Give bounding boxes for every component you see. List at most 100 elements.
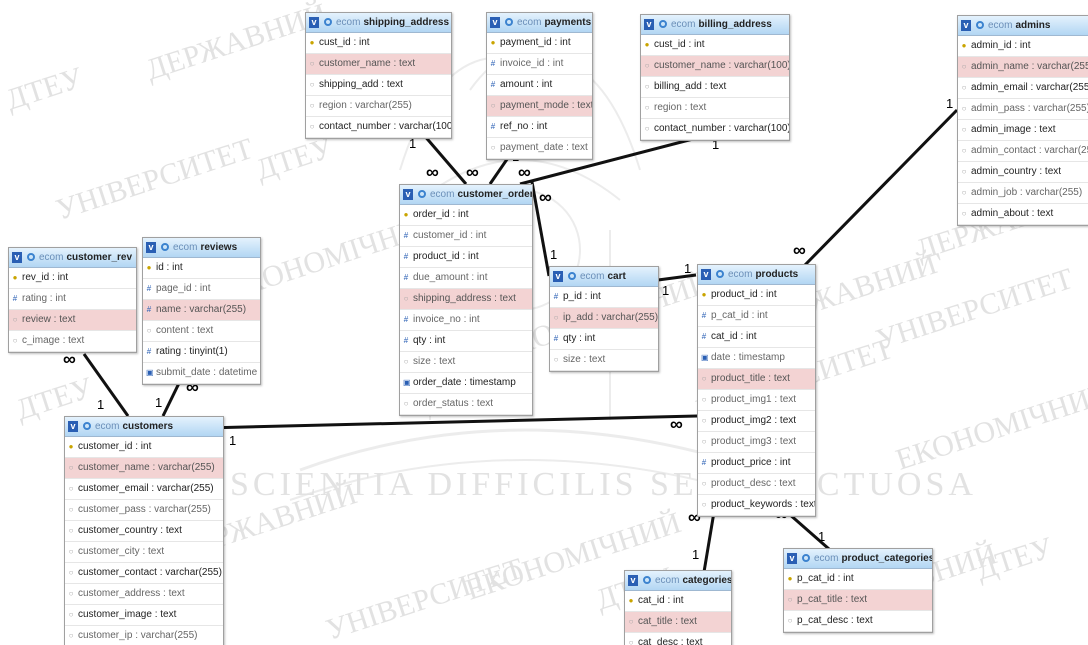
table-options-icon[interactable] — [659, 20, 667, 28]
column-row[interactable]: # rating : tinyint(1) — [143, 342, 260, 363]
column-row[interactable]: # p_cat_id : int — [698, 306, 815, 327]
table-header[interactable]: v ecom products — [698, 265, 815, 285]
column-row[interactable]: ▣ date : timestamp — [698, 348, 815, 369]
table-options-icon[interactable] — [161, 243, 169, 251]
column-row[interactable]: ○ ip_add : varchar(255) — [550, 308, 658, 329]
table-card-billing-address[interactable]: v ecom billing_address ● cust_id : int ○ custo… — [640, 14, 790, 141]
column-row[interactable]: ○ customer_ip : varchar(255) — [65, 626, 223, 645]
column-row[interactable]: ○ customer_city : text — [65, 542, 223, 563]
table-options-icon[interactable] — [324, 18, 332, 26]
column-row[interactable]: ○ size : text — [400, 352, 532, 373]
table-options-icon[interactable] — [505, 18, 513, 26]
column-row[interactable]: ○ c_image : text — [9, 331, 136, 352]
table-header[interactable]: v ecom categories — [625, 571, 731, 591]
table-header[interactable]: v ecom customer_rev — [9, 248, 136, 268]
column-row[interactable]: ● admin_id : int — [958, 36, 1088, 57]
column-row[interactable]: ● order_id : int — [400, 205, 532, 226]
column-row[interactable]: ● cat_id : int — [625, 591, 731, 612]
column-row[interactable]: # p_id : int — [550, 287, 658, 308]
column-row[interactable]: ● payment_id : int — [487, 33, 592, 54]
toggle-columns-icon[interactable]: v — [68, 421, 78, 432]
column-row[interactable]: # invoice_id : int — [487, 54, 592, 75]
table-header[interactable]: v ecom billing_address — [641, 15, 789, 35]
table-card-shipping-address[interactable]: v ecom shipping_address ● cust_id : int ○ cust… — [305, 12, 452, 139]
column-row[interactable]: # product_price : int — [698, 453, 815, 474]
column-row[interactable]: ○ size : text — [550, 350, 658, 371]
column-row[interactable]: ○ p_cat_desc : text — [784, 611, 932, 632]
table-header[interactable]: v ecom reviews — [143, 238, 260, 258]
table-options-icon[interactable] — [418, 190, 426, 198]
toggle-columns-icon[interactable]: v — [553, 271, 563, 282]
designer-canvas[interactable]: ДТЕУ ДЕРЖАВНИЙ УНІВЕРСИТЕТ ЕКОНОМІЧНИЙ ДТЕУ Д… — [0, 0, 1088, 645]
table-header[interactable]: v ecom admins — [958, 16, 1088, 36]
column-row[interactable]: ○ shipping_add : text — [306, 75, 451, 96]
column-row[interactable]: ○ region : varchar(255) — [306, 96, 451, 117]
column-row[interactable]: ○ admin_email : varchar(255) — [958, 78, 1088, 99]
column-row[interactable]: ○ customer_name : varchar(255) — [65, 458, 223, 479]
column-row[interactable]: ○ admin_name : varchar(255) — [958, 57, 1088, 78]
column-row[interactable]: ○ admin_job : varchar(255) — [958, 183, 1088, 204]
column-row[interactable]: ● product_id : int — [698, 285, 815, 306]
column-row[interactable]: # product_id : int — [400, 247, 532, 268]
column-row[interactable]: ○ cat_title : text — [625, 612, 731, 633]
column-row[interactable]: # cat_id : int — [698, 327, 815, 348]
toggle-columns-icon[interactable]: v — [701, 269, 711, 280]
column-row[interactable]: ○ admin_pass : varchar(255) — [958, 99, 1088, 120]
column-row[interactable]: ○ region : text — [641, 98, 789, 119]
table-card-reviews[interactable]: v ecom reviews ● id : int # page_id : int # name… — [142, 237, 261, 385]
table-options-icon[interactable] — [83, 422, 91, 430]
table-header[interactable]: v ecom customers — [65, 417, 223, 437]
table-options-icon[interactable] — [568, 272, 576, 280]
column-row[interactable]: ○ p_cat_title : text — [784, 590, 932, 611]
table-options-icon[interactable] — [643, 576, 651, 584]
column-row[interactable]: ○ customer_email : varchar(255) — [65, 479, 223, 500]
column-row[interactable]: ○ shipping_address : text — [400, 289, 532, 310]
table-card-cart[interactable]: v ecom cart # p_id : int ○ ip_add : varchar(25… — [549, 266, 659, 372]
column-row[interactable]: ○ customer_country : text — [65, 521, 223, 542]
column-row[interactable]: # qty : int — [550, 329, 658, 350]
table-card-products[interactable]: v ecom products ● product_id : int # p_cat_id … — [697, 264, 816, 517]
column-row[interactable]: ○ product_img3 : text — [698, 432, 815, 453]
column-row[interactable]: ○ product_img2 : text — [698, 411, 815, 432]
column-row[interactable]: # customer_id : int — [400, 226, 532, 247]
column-row[interactable]: ● cust_id : int — [306, 33, 451, 54]
column-row[interactable]: ○ admin_country : text — [958, 162, 1088, 183]
toggle-columns-icon[interactable]: v — [628, 575, 638, 586]
column-row[interactable]: ● rev_id : int — [9, 268, 136, 289]
column-row[interactable]: # due_amount : int — [400, 268, 532, 289]
column-row[interactable]: ○ admin_image : text — [958, 120, 1088, 141]
table-header[interactable]: v ecom payments — [487, 13, 592, 33]
column-row[interactable]: ○ customer_contact : varchar(255) — [65, 563, 223, 584]
toggle-columns-icon[interactable]: v — [12, 252, 22, 263]
column-row[interactable]: ○ customer_name : varchar(100) — [641, 56, 789, 77]
column-row[interactable]: ○ product_img1 : text — [698, 390, 815, 411]
table-card-customer-rev[interactable]: v ecom customer_rev ● rev_id : int # rating : … — [8, 247, 137, 353]
table-card-admins[interactable]: v ecom admins ● admin_id : int ○ admin_name : … — [957, 15, 1088, 226]
column-row[interactable]: ○ product_desc : text — [698, 474, 815, 495]
column-row[interactable]: ○ product_keywords : text — [698, 495, 815, 516]
column-row[interactable]: ○ customer_pass : varchar(255) — [65, 500, 223, 521]
table-options-icon[interactable] — [976, 21, 984, 29]
column-row[interactable]: ▣ order_date : timestamp — [400, 373, 532, 394]
column-row[interactable]: ○ content : text — [143, 321, 260, 342]
table-card-product-categories[interactable]: v ecom product_categories ● p_cat_id : int ○ p… — [783, 548, 933, 633]
table-header[interactable]: v ecom customer_order — [400, 185, 532, 205]
column-row[interactable]: # invoice_no : int — [400, 310, 532, 331]
column-row[interactable]: ● id : int — [143, 258, 260, 279]
toggle-columns-icon[interactable]: v — [490, 17, 500, 28]
column-row[interactable]: ○ contact_number : varchar(100) — [306, 117, 451, 138]
toggle-columns-icon[interactable]: v — [403, 189, 413, 200]
column-row[interactable]: ○ payment_date : text — [487, 138, 592, 159]
column-row[interactable]: ○ order_status : text — [400, 394, 532, 415]
table-card-payments[interactable]: v ecom payments ● payment_id : int # invoice_i… — [486, 12, 593, 160]
column-row[interactable]: # page_id : int — [143, 279, 260, 300]
column-row[interactable]: ○ admin_about : text — [958, 204, 1088, 225]
table-header[interactable]: v ecom cart — [550, 267, 658, 287]
table-options-icon[interactable] — [716, 270, 724, 278]
column-row[interactable]: ○ customer_address : text — [65, 584, 223, 605]
column-row[interactable]: ○ review : text — [9, 310, 136, 331]
column-row[interactable]: # name : varchar(255) — [143, 300, 260, 321]
column-row[interactable]: # qty : int — [400, 331, 532, 352]
column-row[interactable]: # amount : int — [487, 75, 592, 96]
toggle-columns-icon[interactable]: v — [961, 20, 971, 31]
